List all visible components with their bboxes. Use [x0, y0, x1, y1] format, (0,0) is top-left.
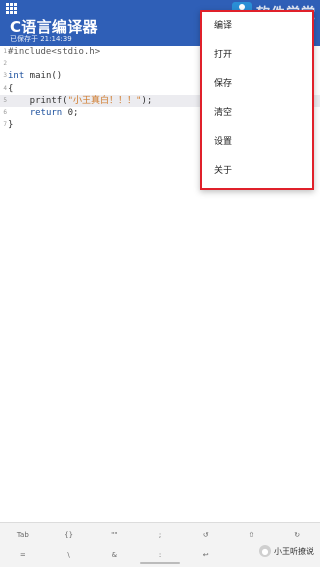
code-text: {: [8, 83, 13, 95]
toolbar-row-1: Tab{} ""; ↺ ⇧ ↻: [0, 525, 320, 545]
code-text: printf("小王真白！！！");: [8, 95, 153, 107]
code-token: {: [8, 83, 14, 94]
toolbar-key[interactable]: =: [0, 545, 46, 565]
code-token: printf(: [8, 95, 68, 106]
toolbar-key[interactable]: &: [91, 545, 137, 565]
toolbar-key[interactable]: "": [91, 525, 137, 545]
toolbar-key[interactable]: ;: [137, 525, 183, 545]
menu-item-clear[interactable]: 清空: [202, 99, 312, 128]
toolbar-key[interactable]: ⇧: [229, 525, 275, 545]
watermark-text: 小王听撩说: [274, 546, 314, 556]
toolbar-key[interactable]: \: [46, 545, 92, 565]
menu-item-compile[interactable]: 编译: [202, 12, 312, 41]
code-text: #include<stdio.h>: [8, 46, 100, 58]
line-number: 4: [3, 84, 7, 92]
code-token: 0;: [62, 107, 79, 118]
code-token: #include: [8, 47, 52, 57]
line-number: 3: [3, 72, 7, 80]
line-number: 5: [3, 96, 7, 104]
grid-menu-icon[interactable]: [6, 3, 17, 14]
menu-item-save[interactable]: 保存: [202, 70, 312, 99]
code-token: "小王真白！！！": [67, 95, 142, 106]
code-token: );: [141, 95, 153, 106]
toolbar-key[interactable]: {}: [46, 525, 92, 545]
watermark: ● 小王听撩说: [259, 545, 314, 557]
options-menu: 编译 打开 保存 清空 设置 关于: [200, 10, 314, 190]
line-number: 1: [3, 48, 7, 55]
code-token: int: [8, 71, 25, 82]
menu-item-open[interactable]: 打开: [202, 41, 312, 70]
code-token: <stdio.h>: [51, 47, 101, 57]
toolbar-key[interactable]: ↩: [183, 545, 229, 565]
code-token: }: [8, 120, 14, 131]
toolbar-key[interactable]: ↻: [274, 525, 320, 545]
code-text: }: [8, 119, 13, 131]
chat-icon: ●: [259, 545, 271, 557]
code-text: return 0;: [8, 107, 79, 119]
toolbar-key[interactable]: Tab: [0, 525, 46, 545]
line-number: 6: [3, 108, 7, 116]
save-status: 已保存于 21:14:39: [10, 35, 72, 43]
home-indicator: [140, 562, 180, 564]
code-token: return: [29, 107, 63, 118]
code-token: main(): [24, 71, 63, 82]
line-number: 7: [3, 121, 7, 129]
line-number: 2: [3, 60, 7, 68]
menu-item-about[interactable]: 关于: [202, 157, 312, 186]
menu-item-settings[interactable]: 设置: [202, 128, 312, 157]
code-text: int main(): [8, 70, 62, 82]
toolbar-key[interactable]: ↺: [183, 525, 229, 545]
